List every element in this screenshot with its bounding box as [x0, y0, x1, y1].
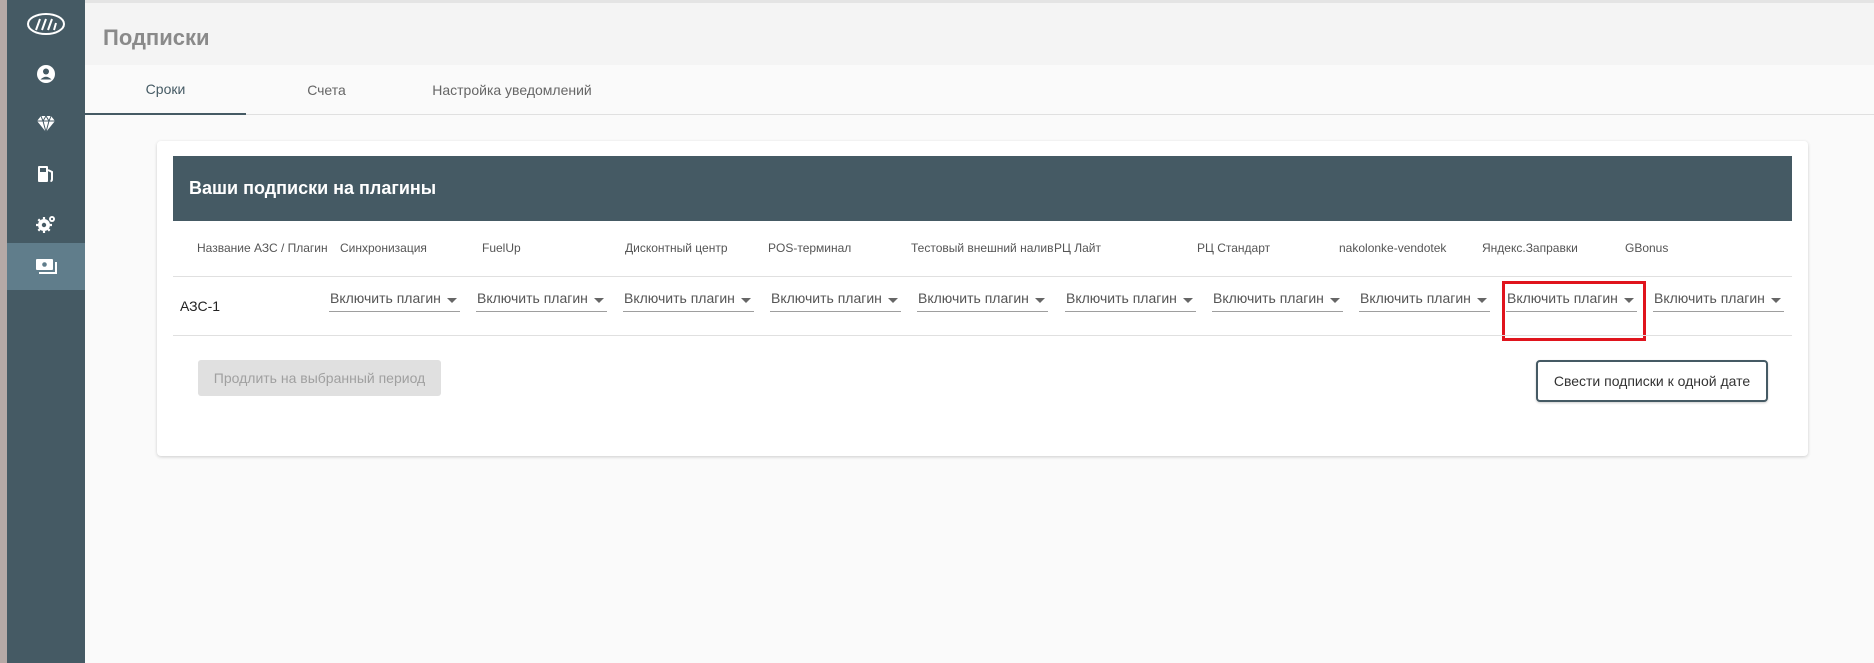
column-header-rc-lite: РЦ Лайт: [1054, 241, 1101, 255]
sidebar: [7, 0, 85, 663]
column-header-yandex: Яндекс.Заправки: [1482, 241, 1578, 255]
sidebar-item-premium[interactable]: [7, 100, 85, 148]
column-header-sync: Синхронизация: [340, 241, 427, 255]
header-divider: [173, 276, 1792, 277]
align-subscriptions-button[interactable]: Свести подписки к одной дате: [1536, 360, 1768, 402]
caret-down-icon: [888, 298, 898, 303]
subscriptions-icon: [35, 258, 57, 276]
caret-down-icon: [594, 298, 604, 303]
column-header-nakolonke: nakolonke-vendotek: [1339, 241, 1447, 255]
row-divider: [173, 335, 1792, 336]
plugin-select-pos-terminal[interactable]: Включить плагин: [770, 288, 901, 312]
page-header: Подписки: [85, 3, 1874, 65]
card-title: Ваши подписки на плагины: [189, 178, 437, 198]
plugin-select-nakolonke[interactable]: Включить плагин: [1359, 288, 1490, 312]
card-header: Ваши подписки на плагины: [173, 156, 1792, 221]
extend-period-button[interactable]: Продлить на выбранный период: [198, 360, 441, 396]
plugin-select-fuelup[interactable]: Включить плагин: [476, 288, 607, 312]
subscriptions-card: Ваши подписки на плагины Название АЗС / …: [157, 141, 1808, 456]
plugin-select-rc-lite[interactable]: Включить плагин: [1065, 288, 1196, 312]
column-header-discount-center: Дисконтный центр: [625, 241, 728, 255]
column-header-pos-terminal: POS-терминал: [768, 241, 852, 255]
station-name: АЗС-1: [180, 298, 221, 314]
column-header-rc-standard: РЦ Стандарт: [1197, 241, 1271, 255]
caret-down-icon: [741, 298, 751, 303]
plugin-select-yandex[interactable]: Включить плагин: [1506, 288, 1637, 312]
window-edge: [0, 0, 7, 663]
caret-down-icon: [447, 298, 457, 303]
sidebar-item-profile[interactable]: [7, 50, 85, 98]
settings-gear-icon: [35, 214, 57, 234]
caret-down-icon: [1330, 298, 1340, 303]
plugin-select-discount-center[interactable]: Включить плагин: [623, 288, 754, 312]
column-header-gbonus: GBonus: [1625, 241, 1669, 255]
caret-down-icon: [1624, 298, 1634, 303]
sidebar-item-settings[interactable]: [7, 200, 85, 248]
page-title: Подписки: [103, 25, 210, 50]
tab-bar: Сроки Счета Настройка уведомлений: [85, 65, 1874, 115]
plugin-select-rc-standard[interactable]: Включить плагин: [1212, 288, 1343, 312]
column-header-fuelup: FuelUp: [482, 241, 521, 255]
caret-down-icon: [1477, 298, 1487, 303]
tab-terms[interactable]: Сроки: [85, 65, 246, 115]
sidebar-item-stations[interactable]: [7, 150, 85, 198]
diamond-icon: [36, 115, 56, 133]
user-icon: [36, 64, 56, 84]
logo-icon: [26, 12, 66, 36]
plugin-select-external-pour[interactable]: Включить плагин: [917, 288, 1048, 312]
tab-notification-settings[interactable]: Настройка уведомлений: [407, 65, 617, 114]
fuel-pump-icon: [36, 164, 56, 184]
plugin-select-sync[interactable]: Включить плагин: [329, 288, 460, 312]
sidebar-item-subscriptions[interactable]: [7, 243, 85, 290]
sidebar-logo[interactable]: [7, 0, 85, 48]
column-header-station: Название АЗС / Плагин: [197, 241, 328, 255]
caret-down-icon: [1183, 298, 1193, 303]
plugin-select-gbonus[interactable]: Включить плагин: [1653, 288, 1784, 312]
tab-invoices[interactable]: Счета: [246, 65, 407, 114]
caret-down-icon: [1035, 298, 1045, 303]
caret-down-icon: [1771, 298, 1781, 303]
column-header-external-pour: Тестовый внешний налив: [911, 241, 1054, 255]
